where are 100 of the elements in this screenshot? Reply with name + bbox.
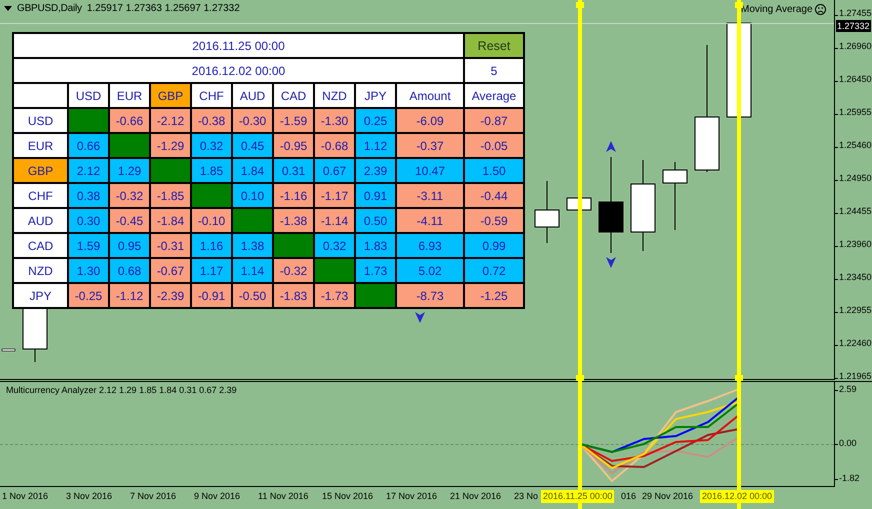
date-label: 1 Nov 2016 [2,491,48,501]
row-header: CAD [14,234,67,257]
table-cell: -1.12 [110,284,149,307]
dropdown-icon[interactable] [4,6,12,11]
table-cell: 1.29 [110,159,149,182]
scale-label: 2.59 [839,384,857,395]
price-label: 1.22955 [839,305,872,316]
table-cell: -3.11 [397,184,463,207]
table-cell: 0.67 [315,159,354,182]
table-cell: 0.38 [69,184,108,207]
filled-cell [233,209,272,232]
price-label: 1.26960 [839,41,872,52]
table-cell: -1.29 [151,134,190,157]
column-header: Average [465,84,523,107]
table-cell: 0.99 [465,234,523,257]
table-cell: 0.72 [465,259,523,282]
table-cell: -1.73 [315,284,354,307]
price-label: 1.21965 [839,371,872,382]
date-marker: 2016.11.25 00:00 [541,490,614,503]
row-header: CHF [14,184,67,207]
price-label: 1.26450 [839,74,872,85]
reset-button[interactable]: Reset [465,34,523,57]
date-label: 7 Nov 2016 [130,491,176,501]
sad-face-icon [814,4,826,15]
up-arrow-icon [606,141,616,152]
table-cell: 1.73 [356,259,395,282]
count-cell: 5 [465,59,523,82]
table-cell: -1.84 [151,209,190,232]
table-cell: -0.32 [110,184,149,207]
column-header: JPY [356,84,395,107]
table-cell: 0.25 [356,109,395,132]
table-cell: -6.09 [397,109,463,132]
table-cell: 0.68 [110,259,149,282]
table-cell: 6.93 [397,234,463,257]
table-cell: 2.39 [356,159,395,182]
table-cell: -0.68 [315,134,354,157]
indicator-title: Multicurrency Analyzer 2.12 1.29 1.85 1.84 0.31 0.67 2.39 [6,385,237,395]
table-cell: -0.67 [151,259,190,282]
table-cell: 1.84 [233,159,272,182]
filled-cell [151,159,190,182]
table-cell: -0.45 [110,209,149,232]
column-header: CHF [192,84,231,107]
table-cell: 1.38 [233,234,272,257]
row-header: AUD [14,209,67,232]
row-header: USD [14,109,67,132]
table-cell: -0.10 [192,209,231,232]
column-header: CAD [274,84,313,107]
table-cell: -0.50 [233,284,272,307]
column-header: GBP [151,84,190,107]
price-label: 1.23960 [839,239,872,250]
table-cell: -0.91 [192,284,231,307]
table-cell: 1.50 [465,159,523,182]
filled-cell [110,134,149,157]
table-cell: -8.73 [397,284,463,307]
price-label: 1.25460 [839,140,872,151]
row-header: NZD [14,259,67,282]
column-header: EUR [110,84,149,107]
date-cell: 2016.12.02 00:00 [14,59,463,82]
row-header: GBP [14,159,67,182]
table-cell: -2.12 [151,109,190,132]
table-cell: 1.85 [192,159,231,182]
empty-cell [14,84,67,107]
candlestick [534,180,560,244]
date-label: 23 No [514,491,538,501]
table-cell: -0.37 [397,134,463,157]
price-label: 1.24455 [839,206,872,217]
filled-cell [192,184,231,207]
row-header: EUR [14,134,67,157]
column-header: NZD [315,84,354,107]
table-cell: -0.59 [465,209,523,232]
table-cell: 1.17 [192,259,231,282]
table-cell: -0.87 [465,109,523,132]
date-label: 016 [621,491,636,501]
date-marker: 2016.12.02 00:00 [700,490,774,503]
table-cell: 1.12 [356,134,395,157]
table-cell: 1.16 [192,234,231,257]
date-label: 15 Nov 2016 [322,491,374,501]
table-cell: 1.83 [356,234,395,257]
table-cell: -1.83 [274,284,313,307]
date-cell: 2016.11.25 00:00 [14,34,463,57]
filled-cell [274,234,313,257]
table-cell: 0.66 [69,134,108,157]
candlestick [662,162,688,230]
table-cell: 1.30 [69,259,108,282]
date-label: 11 Nov 2016 [258,491,308,501]
table-cell: 0.45 [233,134,272,157]
table-cell: -0.25 [69,284,108,307]
table-cell: -0.31 [151,234,190,257]
column-header: Amount [397,84,463,107]
date-label: 29 Nov 2016 [642,491,694,501]
table-cell: -1.59 [274,109,313,132]
date-label: 3 Nov 2016 [66,491,112,501]
table-cell: -1.30 [315,109,354,132]
table-cell: -4.11 [397,209,463,232]
current-price: 1.27332 [836,20,871,32]
table-cell: 1.59 [69,234,108,257]
table-cell: 5.02 [397,259,463,282]
table-cell: 0.32 [192,134,231,157]
indicator-label: Moving Average [741,4,813,15]
scale-label: 0.00 [839,438,857,449]
